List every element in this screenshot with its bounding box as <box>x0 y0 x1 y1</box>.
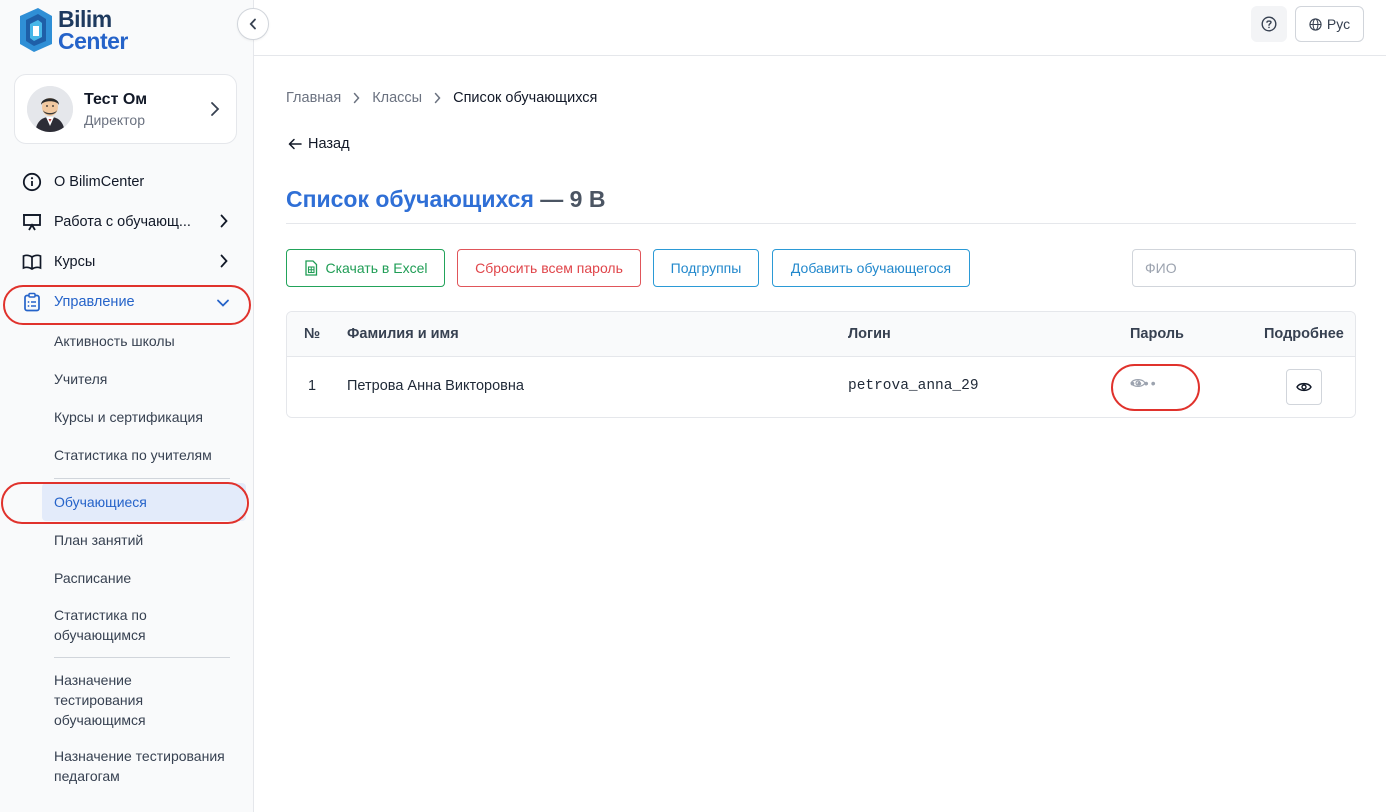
sidebar-subitem-students[interactable]: Обучающиеся <box>42 483 246 521</box>
breadcrumb-classes[interactable]: Классы <box>372 90 422 106</box>
logo[interactable]: Bilim Center <box>16 6 128 54</box>
sidebar-item-management[interactable]: Управление <box>0 282 254 322</box>
header-password: Пароль <box>1130 326 1184 342</box>
search-input[interactable] <box>1132 249 1356 287</box>
logo-text-line2: Center <box>58 28 128 54</box>
book-open-icon <box>22 252 42 272</box>
presentation-icon <box>22 212 42 232</box>
table-header: № Фамилия и имя Логин Пароль Подробнее <box>287 312 1355 357</box>
sidebar-item-label: О BilimCenter <box>54 174 145 190</box>
info-icon <box>22 172 42 192</box>
sidebar-nav: О BilimCenter Работа с обучающ... Курсы … <box>0 162 254 794</box>
sidebar-item-label: Управление <box>54 294 135 310</box>
topbar: Рус <box>254 0 1386 56</box>
language-button[interactable]: Рус <box>1295 6 1364 42</box>
sidebar-item-about[interactable]: О BilimCenter <box>0 162 254 202</box>
cell-login: petrova_anna_29 <box>848 378 979 394</box>
subgroups-button[interactable]: Подгруппы <box>653 249 759 287</box>
divider <box>54 657 230 658</box>
sidebar-item-label: Курсы <box>54 254 96 270</box>
sidebar-item-courses[interactable]: Курсы <box>0 242 254 282</box>
add-student-button[interactable]: Добавить обучающегося <box>772 249 970 287</box>
header-details: Подробнее <box>1264 326 1344 342</box>
sidebar-subitem-student-stats[interactable]: Статистика по обучающимся <box>0 597 170 653</box>
sidebar-item-label: Работа с обучающ... <box>54 214 191 230</box>
language-label: Рус <box>1326 16 1351 32</box>
sidebar-subitem-school-activity[interactable]: Активность школы <box>0 322 254 360</box>
sidebar-subitem-teacher-stats[interactable]: Статистика по учителям <box>0 436 254 474</box>
chevron-right-icon <box>211 102 220 116</box>
back-link[interactable]: Назад <box>288 136 350 152</box>
profile-role: Директор <box>84 111 145 128</box>
chevron-right-icon <box>220 214 228 228</box>
cell-num: 1 <box>308 378 317 394</box>
reset-all-passwords-button[interactable]: Сбросить всем пароль <box>457 249 641 287</box>
sidebar-subitem-teachers[interactable]: Учителя <box>0 360 254 398</box>
download-excel-label: Скачать в Excel <box>325 260 428 276</box>
clipboard-list-icon <box>22 292 42 312</box>
profile-card[interactable]: Тест Ом Директор <box>14 74 237 144</box>
help-button[interactable] <box>1251 6 1287 42</box>
profile-name: Тест Ом <box>84 90 148 108</box>
page-title-class: — 9 В <box>540 186 606 212</box>
chevron-left-icon <box>249 18 256 30</box>
avatar-icon <box>27 86 73 132</box>
chevron-right-icon <box>220 254 228 268</box>
sidebar: Bilim Center Тест Ом Директор О BilimCen… <box>0 0 254 812</box>
arrow-left-icon <box>288 138 302 150</box>
divider <box>54 478 230 479</box>
chevron-down-icon <box>217 299 229 307</box>
chevron-right-icon <box>434 92 441 104</box>
header-name: Фамилия и имя <box>347 326 459 342</box>
eye-icon <box>1296 382 1312 392</box>
sidebar-subitem-assign-teachers[interactable]: Назначение тестирования педагогам <box>0 738 240 794</box>
view-details-button[interactable] <box>1286 369 1322 405</box>
sidebar-collapse-button[interactable] <box>237 8 269 40</box>
cell-name: Петрова Анна Викторовна <box>347 378 524 394</box>
sidebar-subitem-lesson-plan[interactable]: План занятий <box>0 521 254 559</box>
sidebar-subitem-assign-students[interactable]: Назначение тестирования обучающимся <box>0 662 160 738</box>
globe-icon <box>1309 17 1322 31</box>
help-circle-icon <box>1261 16 1277 32</box>
file-spreadsheet-icon <box>304 260 317 276</box>
sidebar-item-students-work[interactable]: Работа с обучающ... <box>0 202 254 242</box>
sidebar-subitem-courses-cert[interactable]: Курсы и сертификация <box>0 398 254 436</box>
toolbar: Скачать в Excel Сбросить всем пароль Под… <box>286 249 1356 287</box>
header-num: № <box>304 326 321 342</box>
header-login: Логин <box>848 326 891 342</box>
download-excel-button[interactable]: Скачать в Excel <box>286 249 445 287</box>
breadcrumb: Главная Классы Список обучающихся <box>286 90 597 106</box>
sidebar-subitem-schedule[interactable]: Расписание <box>0 559 254 597</box>
divider <box>286 223 1356 224</box>
back-label: Назад <box>308 136 350 152</box>
avatar <box>27 86 73 132</box>
chevron-right-icon <box>353 92 360 104</box>
breadcrumb-home[interactable]: Главная <box>286 90 341 106</box>
breadcrumb-current: Список обучающихся <box>453 90 598 106</box>
highlight-ring-password <box>1111 364 1200 411</box>
students-table: № Фамилия и имя Логин Пароль Подробнее 1… <box>286 311 1356 418</box>
table-row: 1 Петрова Анна Викторовна petrova_anna_2… <box>287 357 1355 417</box>
page-title-main: Список обучающихся <box>286 186 534 212</box>
logo-text-line1: Bilim <box>58 6 112 32</box>
page-title: Список обучающихся — 9 В <box>286 186 605 213</box>
logo-icon <box>20 8 52 52</box>
